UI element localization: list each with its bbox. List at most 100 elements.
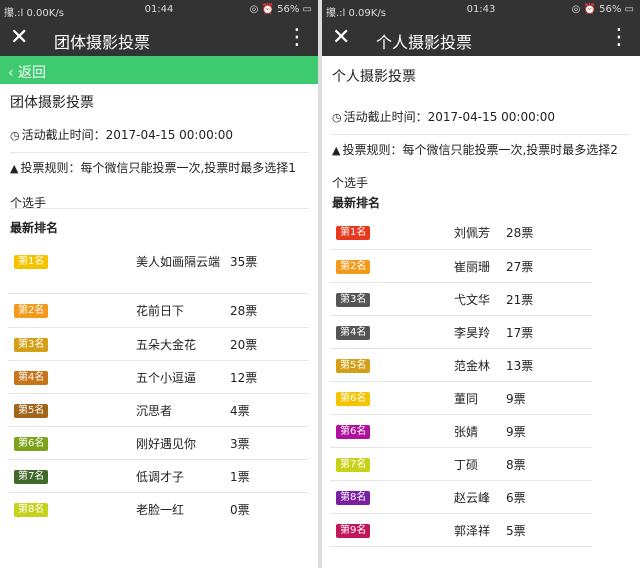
- table-row: 第7名 丁硕 8票: [330, 447, 592, 481]
- entry-name[interactable]: 张婧: [454, 414, 506, 448]
- table-row: 第1名 刘佩芳 28票: [330, 216, 592, 250]
- entry-name[interactable]: 范金林: [454, 348, 506, 382]
- rules: ▲ 投票规则：每个微信只能投票一次,投票时最多选择2: [322, 135, 640, 160]
- entry-name[interactable]: 沉思者: [136, 393, 230, 427]
- more-vertical-icon[interactable]: ⋮: [608, 25, 630, 51]
- rank-badge: 第8名: [336, 490, 371, 505]
- entry-name[interactable]: 美人如画隔云端: [136, 245, 230, 294]
- rank-badge: 第2名: [336, 259, 371, 274]
- rank-badge: 第3名: [14, 337, 49, 352]
- table-row: 第4名 五个小逗逼 12票: [8, 360, 308, 394]
- vote-count: 28票: [230, 293, 308, 328]
- vote-count: 0票: [230, 502, 250, 517]
- rank-badge: 第5名: [336, 358, 371, 373]
- more-vertical-icon[interactable]: ⋮: [286, 25, 308, 51]
- rank-badge: 第4名: [336, 325, 371, 340]
- rank-badge: 第4名: [14, 370, 49, 385]
- entry-name[interactable]: 老脸一红: [136, 492, 230, 525]
- rank-badge: 第6名: [14, 436, 49, 451]
- vote-count: 17票: [506, 315, 592, 349]
- table-row: 第7名 低调才子 1票: [8, 459, 308, 493]
- rank-badge: 第7名: [14, 469, 49, 484]
- table-row: 第6名 张婧 9票: [330, 414, 592, 448]
- table-row: 第5名 沉思者 4票: [8, 393, 308, 427]
- vote-count: 21票: [506, 282, 592, 316]
- entry-name[interactable]: 董同: [454, 381, 506, 415]
- rank-badge: 第3名: [336, 292, 371, 307]
- nav-title: 团体摄影投票: [54, 33, 151, 52]
- table-row: 第4名 李昊羚 17票: [330, 315, 592, 349]
- entry-name[interactable]: 五个小逗逼: [136, 360, 230, 394]
- entry-name[interactable]: 弋文华: [454, 282, 506, 316]
- left-screen: 攥.:l 0.00K/s 01:44 ◎ ⏰ 56% ▭ ✕ 团体摄影投票 ⋮ …: [0, 0, 318, 568]
- deadline-text: 活动截止时间：2017-04-15 00:00:00: [21, 128, 234, 142]
- vote-count: 35票: [230, 245, 308, 294]
- page-title: 团体摄影投票: [10, 95, 94, 111]
- vote-count: 28票: [506, 216, 592, 250]
- entry-name[interactable]: 李昊羚: [454, 315, 506, 349]
- vote-count: 27票: [506, 249, 592, 283]
- ranking-table: 第1名 美人如画隔云端 35票 第2名 花前日下 28票 第3名 五朵大金花 20票 第4名…: [8, 245, 308, 525]
- battery-level: 56%: [277, 4, 300, 15]
- right-screen: 攥.:l 0.09K/s 01:43 ◎ ⏰ 56% ▭ ✕ 个人摄影投票 ⋮ …: [322, 0, 640, 568]
- vote-count: 9票: [506, 414, 592, 448]
- rules-line-2: 个选手: [10, 196, 47, 210]
- vote-count: 8票: [506, 447, 592, 481]
- table-row: 第8名 老脸一红 0票: [8, 492, 308, 525]
- battery: ◎ ⏰ 56% ▭: [249, 4, 312, 15]
- entry-name[interactable]: 花前日下: [136, 293, 230, 328]
- rank-badge: 第8名: [14, 502, 49, 517]
- page-title: 个人摄影投票: [332, 69, 416, 85]
- ranking-table: 第1名 刘佩芳 28票 第2名 崔丽珊 27票 第3名 弋文华 21票 第4名 李昊羚 17票 …: [330, 216, 592, 547]
- deadline-row: ◷ 活动截止时间：2017-04-15 00:00:00: [0, 126, 318, 152]
- entry-name[interactable]: 五朵大金花: [136, 327, 230, 361]
- table-row: 第3名 五朵大金花 20票: [8, 327, 308, 361]
- rank-badge: 第7名: [336, 457, 371, 472]
- vote-count: 5票: [506, 513, 592, 547]
- rank-badge: 第1名: [336, 226, 371, 240]
- entry-name[interactable]: 赵云峰: [454, 480, 506, 514]
- vote-count: 1票: [230, 459, 308, 493]
- deadline-row: ◷ 活动截止时间：2017-04-15 00:00:00: [322, 108, 640, 134]
- table-row: 第3名 弋文华 21票: [330, 282, 592, 316]
- entry-name[interactable]: 刚好遇见你: [136, 426, 230, 460]
- rules-line-2: 个选手: [332, 176, 369, 190]
- nav-title: 个人摄影投票: [376, 33, 473, 52]
- warning-icon: ▲: [332, 144, 341, 157]
- vote-count: 4票: [230, 393, 308, 427]
- vote-count: 9票: [506, 381, 592, 415]
- rules-line-1: 投票规则：每个微信只能投票一次,投票时最多选择2: [342, 143, 618, 157]
- status-bar: 攥.:l 0.09K/s 01:43 ◎ ⏰ 56% ▭: [322, 0, 640, 20]
- table-row: 第6名 刚好遇见你 3票: [8, 426, 308, 460]
- title-bar: ✕ 团体摄影投票 ⋮: [0, 20, 318, 56]
- clock-icon: ◷: [332, 111, 342, 124]
- rank-badge: 第5名: [14, 403, 49, 418]
- entry-name[interactable]: 低调才子: [136, 459, 230, 493]
- rank-badge: 第6名: [336, 424, 371, 439]
- rank-badge: 第1名: [14, 255, 49, 269]
- rules: ▲ 投票规则：每个微信只能投票一次,投票时最多选择1: [0, 153, 318, 178]
- ranking-heading: 最新排名: [332, 196, 381, 210]
- entry-name[interactable]: 郭泽祥: [454, 513, 506, 547]
- table-row: 第9名 郭泽祥 5票: [330, 513, 592, 547]
- table-row: 第2名 花前日下 28票: [8, 293, 308, 328]
- warning-icon: ▲: [10, 162, 19, 175]
- close-icon[interactable]: ✕: [332, 24, 350, 52]
- deadline-text: 活动截止时间：2017-04-15 00:00:00: [343, 110, 556, 124]
- entry-name[interactable]: 崔丽珊: [454, 249, 506, 283]
- close-icon[interactable]: ✕: [10, 24, 28, 52]
- table-row: 第2名 崔丽珊 27票: [330, 249, 592, 283]
- battery: ◎ ⏰ 56% ▭: [571, 4, 634, 15]
- vote-count: 20票: [230, 327, 308, 361]
- clock-icon: ◷: [10, 129, 20, 142]
- ranking-heading: 最新排名: [10, 221, 59, 235]
- vote-count: 13票: [506, 348, 592, 382]
- entry-name[interactable]: 丁硕: [454, 447, 506, 481]
- table-row: 第5名 范金林 13票: [330, 348, 592, 382]
- back-button[interactable]: ‹ 返回: [0, 56, 318, 84]
- vote-count: 6票: [506, 480, 592, 514]
- title-bar: ✕ 个人摄影投票 ⋮: [322, 20, 640, 56]
- entry-name[interactable]: 刘佩芳: [454, 216, 506, 250]
- table-row: 第6名 董同 9票: [330, 381, 592, 415]
- battery-level: 56%: [599, 4, 622, 15]
